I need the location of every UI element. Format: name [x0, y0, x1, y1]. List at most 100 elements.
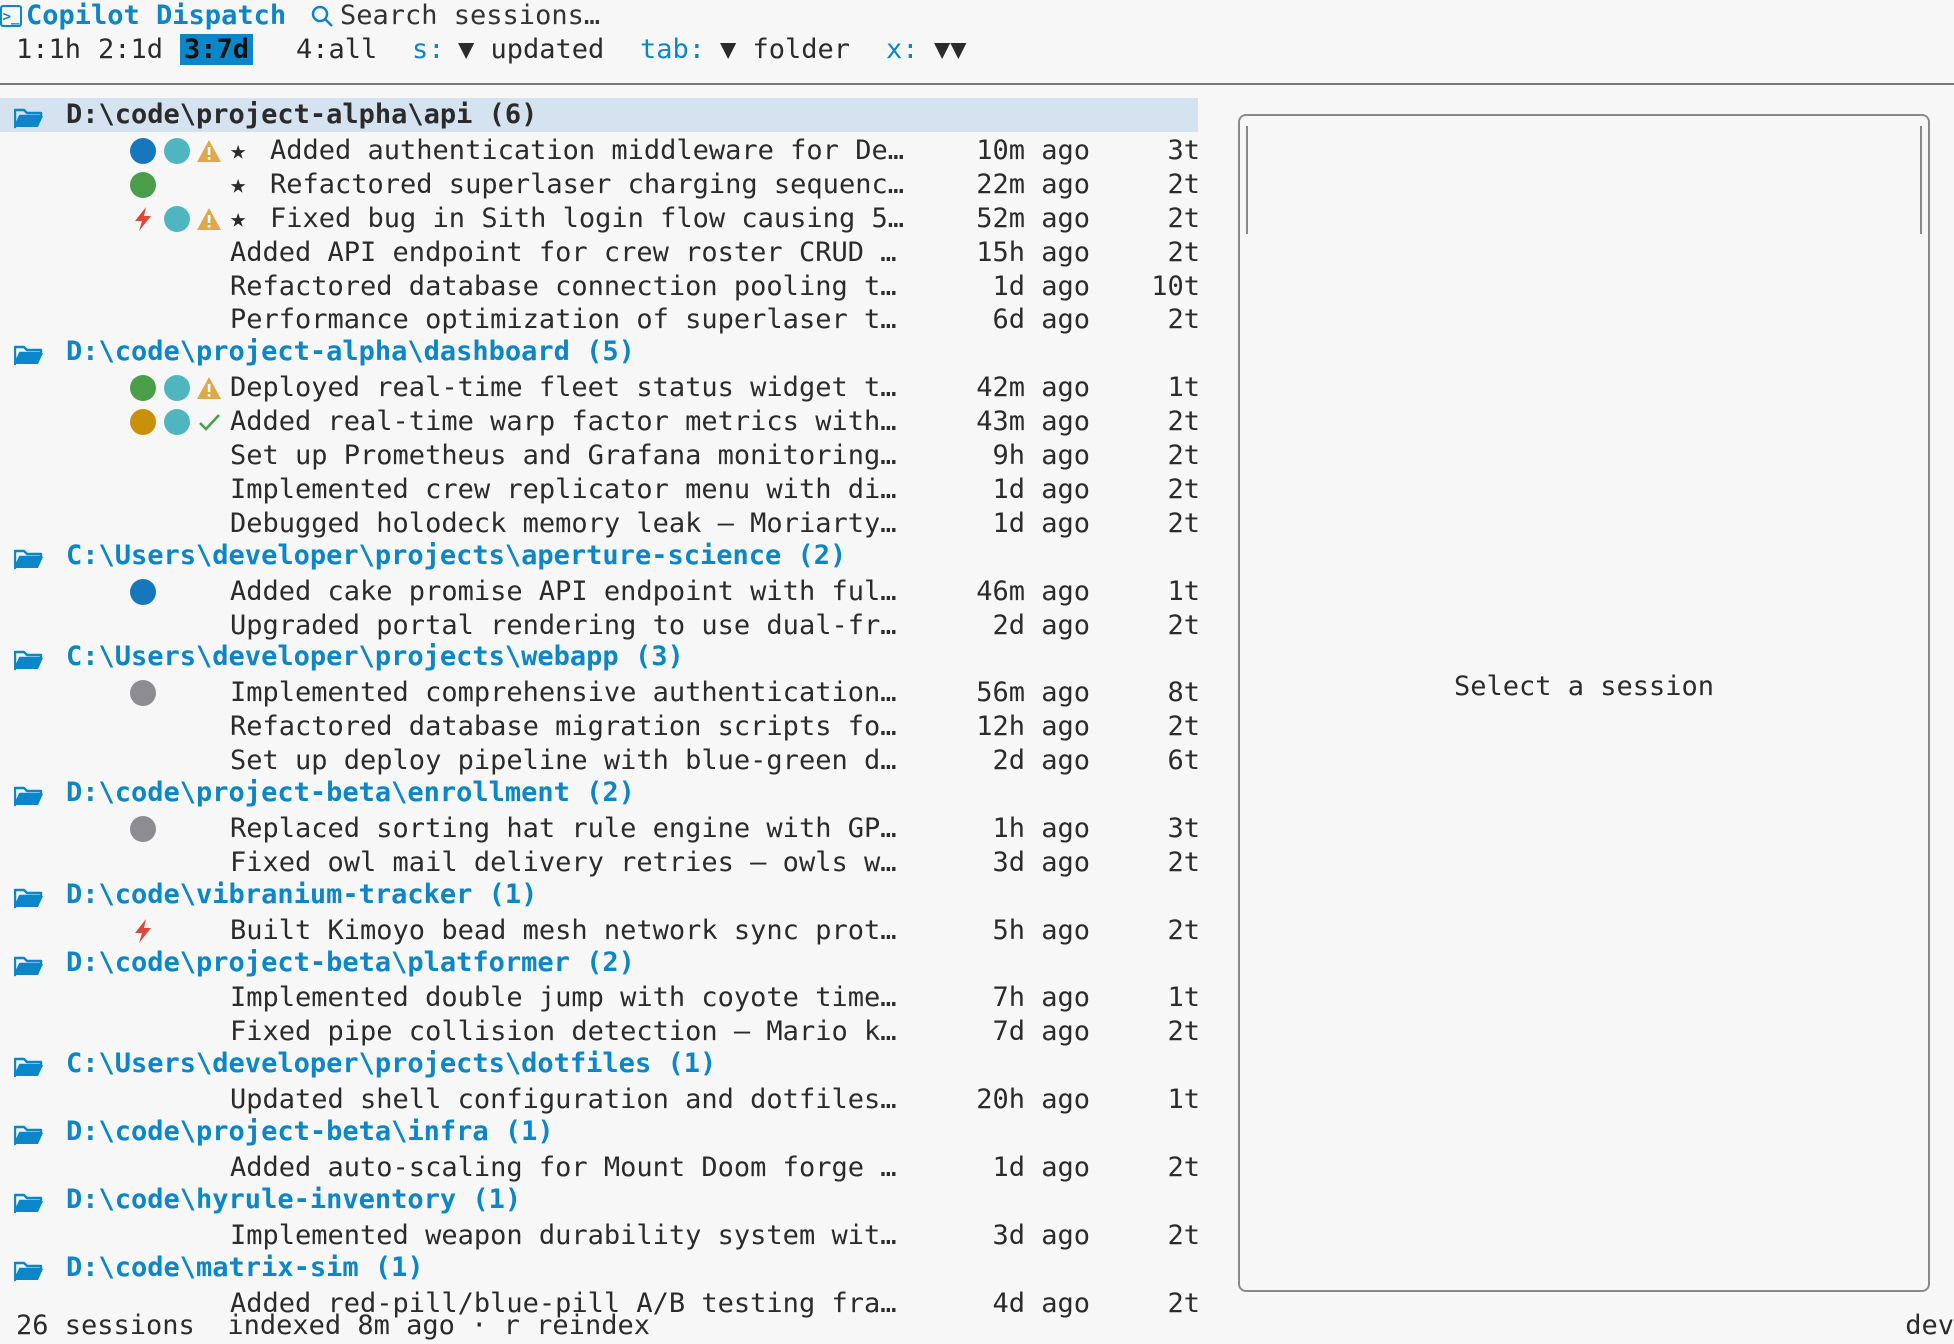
session-turn-count: 2t: [1167, 507, 1200, 539]
session-updated-time: 20h ago: [976, 1084, 1090, 1116]
session-row[interactable]: Added API endpoint for crew roster CRUD …: [0, 236, 1200, 270]
session-turn-count: 2t: [1167, 1287, 1200, 1319]
tab-time-1d[interactable]: 2:1d: [98, 34, 163, 65]
session-row[interactable]: Debugged holodeck memory leak — Moriarty…: [0, 507, 1200, 541]
folder-group-header[interactable]: D:\code\project-alpha\dashboard (5): [0, 335, 1200, 369]
warning-icon: [196, 138, 222, 164]
session-turn-count: 6t: [1167, 745, 1200, 777]
session-row[interactable]: Set up Prometheus and Grafana monitoring…: [0, 439, 1200, 473]
session-row[interactable]: Refactored database migration scripts fo…: [0, 710, 1200, 744]
folder-icon: [13, 952, 44, 986]
folder-path: D:\code\project-alpha\dashboard (5): [66, 336, 635, 368]
green-status-dot-icon: [130, 375, 156, 402]
session-updated-time: 2d ago: [992, 609, 1090, 641]
session-row[interactable]: Deployed real-time fleet status widget t…: [0, 371, 1200, 405]
tab-time-1h[interactable]: 1:1h: [16, 34, 81, 65]
session-row[interactable]: Built Kimoyo bead mesh network sync prot…: [0, 914, 1200, 948]
session-updated-time: 3d ago: [992, 846, 1090, 878]
tab-label: tab:: [640, 34, 706, 65]
session-row[interactable]: ★ Added authentication middleware for De……: [0, 134, 1200, 168]
session-title: Added real-time warp factor metrics with…: [230, 406, 897, 438]
checkmark-icon: [196, 409, 222, 435]
tab-time-all[interactable]: 4:all: [296, 34, 377, 65]
folder-group-header[interactable]: D:\code\matrix-sim (1): [0, 1251, 1200, 1285]
folder-group-header[interactable]: D:\code\vibranium-tracker (1): [0, 878, 1200, 912]
x-label: x:: [886, 34, 919, 65]
folder-group-header[interactable]: C:\Users\developer\projects\aperture-sci…: [0, 539, 1200, 573]
session-turn-count: 1t: [1167, 1084, 1200, 1116]
folder-group-header[interactable]: C:\Users\developer\projects\webapp (3): [0, 640, 1200, 674]
status-branch: dev: [1905, 1310, 1954, 1341]
group-dropdown[interactable]: ▼ folder: [720, 34, 850, 65]
teal-status-dot-icon: [164, 137, 190, 164]
folder-path: D:\code\project-alpha\api (6): [66, 99, 538, 130]
session-row[interactable]: Implemented weapon durability system wit…: [0, 1219, 1200, 1253]
session-row[interactable]: Refactored database connection pooling t…: [0, 270, 1200, 304]
terminal-icon: >_: [0, 4, 22, 27]
session-row[interactable]: ★ Refactored superlaser charging sequenc……: [0, 168, 1200, 202]
folder-group-header[interactable]: D:\code\project-beta\infra (1): [0, 1115, 1200, 1149]
folder-group-header[interactable]: C:\Users\developer\projects\dotfiles (1): [0, 1047, 1200, 1081]
session-updated-time: 1d ago: [992, 473, 1090, 505]
search-placeholder: Search sessions…: [340, 0, 601, 31]
session-turn-count: 2t: [1167, 1016, 1200, 1048]
tab-time-7d-active[interactable]: 3:7d: [180, 34, 254, 65]
sort-dropdown[interactable]: ▼ updated: [458, 34, 604, 65]
folder-path: C:\Users\developer\projects\aperture-sci…: [66, 539, 847, 571]
star-icon: ★: [230, 134, 247, 166]
session-row[interactable]: Added auto-scaling for Mount Doom forge …: [0, 1151, 1200, 1185]
session-turn-count: 2t: [1167, 473, 1200, 505]
session-row[interactable]: Replaced sorting hat rule engine with GP…: [0, 812, 1200, 846]
session-updated-time: 1d ago: [992, 1151, 1090, 1183]
session-turn-count: 2t: [1167, 1219, 1200, 1251]
folder-group-header[interactable]: D:\code\project-alpha\api (6): [0, 98, 1198, 132]
session-row[interactable]: Added real-time warp factor metrics with…: [0, 405, 1200, 439]
session-title: Deployed real-time fleet status widget t…: [230, 372, 897, 404]
folder-path: D:\code\project-beta\platformer (2): [66, 946, 635, 978]
session-title: Added auto-scaling for Mount Doom forge …: [230, 1151, 897, 1183]
session-title: Fixed bug in Sith login flow causing 5…: [270, 202, 904, 234]
lightning-icon: [130, 918, 156, 944]
blue-status-dot-icon: [130, 137, 156, 164]
session-row[interactable]: Fixed pipe collision detection — Mario k…: [0, 1015, 1200, 1049]
star-icon: ★: [230, 202, 247, 234]
session-row[interactable]: Performance optimization of superlaser t…: [0, 303, 1200, 337]
folder-group-header[interactable]: D:\code\project-beta\platformer (2): [0, 946, 1200, 980]
session-turn-count: 3t: [1167, 134, 1200, 166]
session-row[interactable]: ★ Fixed bug in Sith login flow causing 5……: [0, 202, 1200, 236]
folder-group-header[interactable]: D:\code\project-beta\enrollment (2): [0, 776, 1200, 810]
session-title: Implemented comprehensive authentication…: [230, 677, 897, 709]
session-updated-time: 10m ago: [976, 134, 1090, 166]
folder-icon: [13, 1189, 44, 1223]
session-updated-time: 42m ago: [976, 372, 1090, 404]
search-input[interactable]: Search sessions…: [310, 0, 600, 31]
x-dropdown[interactable]: ▼▼: [934, 34, 967, 65]
session-row[interactable]: Upgraded portal rendering to use dual-fr…: [0, 609, 1200, 643]
session-turn-count: 1t: [1167, 982, 1200, 1014]
app-title-text: Copilot Dispatch: [26, 0, 287, 31]
session-row[interactable]: Implemented crew replicator menu with di…: [0, 473, 1200, 507]
folder-group-header[interactable]: D:\code\hyrule-inventory (1): [0, 1183, 1200, 1217]
session-row[interactable]: Added cake promise API endpoint with ful…: [0, 575, 1200, 609]
session-row[interactable]: Implemented comprehensive authentication…: [0, 676, 1200, 710]
session-updated-time: 2d ago: [992, 745, 1090, 777]
session-updated-time: 7h ago: [992, 982, 1090, 1014]
session-updated-time: 56m ago: [976, 677, 1090, 709]
session-row[interactable]: Set up deploy pipeline with blue-green d…: [0, 744, 1200, 778]
session-updated-time: 15h ago: [976, 236, 1090, 268]
session-updated-time: 5h ago: [992, 914, 1090, 946]
session-updated-time: 22m ago: [976, 168, 1090, 200]
preview-panel: Select a session: [1238, 114, 1930, 1292]
folder-icon: [13, 341, 44, 375]
session-title: Implemented crew replicator menu with di…: [230, 473, 897, 505]
session-turn-count: 10t: [1151, 270, 1200, 302]
session-row[interactable]: Fixed owl mail delivery retries — owls w…: [0, 846, 1200, 880]
teal-status-dot-icon: [164, 375, 190, 402]
app-title: >_ Copilot Dispatch: [0, 0, 286, 31]
lightning-icon: [130, 206, 156, 232]
session-row[interactable]: Implemented double jump with coyote time…: [0, 981, 1200, 1015]
session-title: Refactored database migration scripts fo…: [230, 711, 897, 743]
session-row[interactable]: Updated shell configuration and dotfiles…: [0, 1083, 1200, 1117]
star-icon: ★: [230, 168, 247, 200]
session-title: Set up Prometheus and Grafana monitoring…: [230, 440, 897, 471]
